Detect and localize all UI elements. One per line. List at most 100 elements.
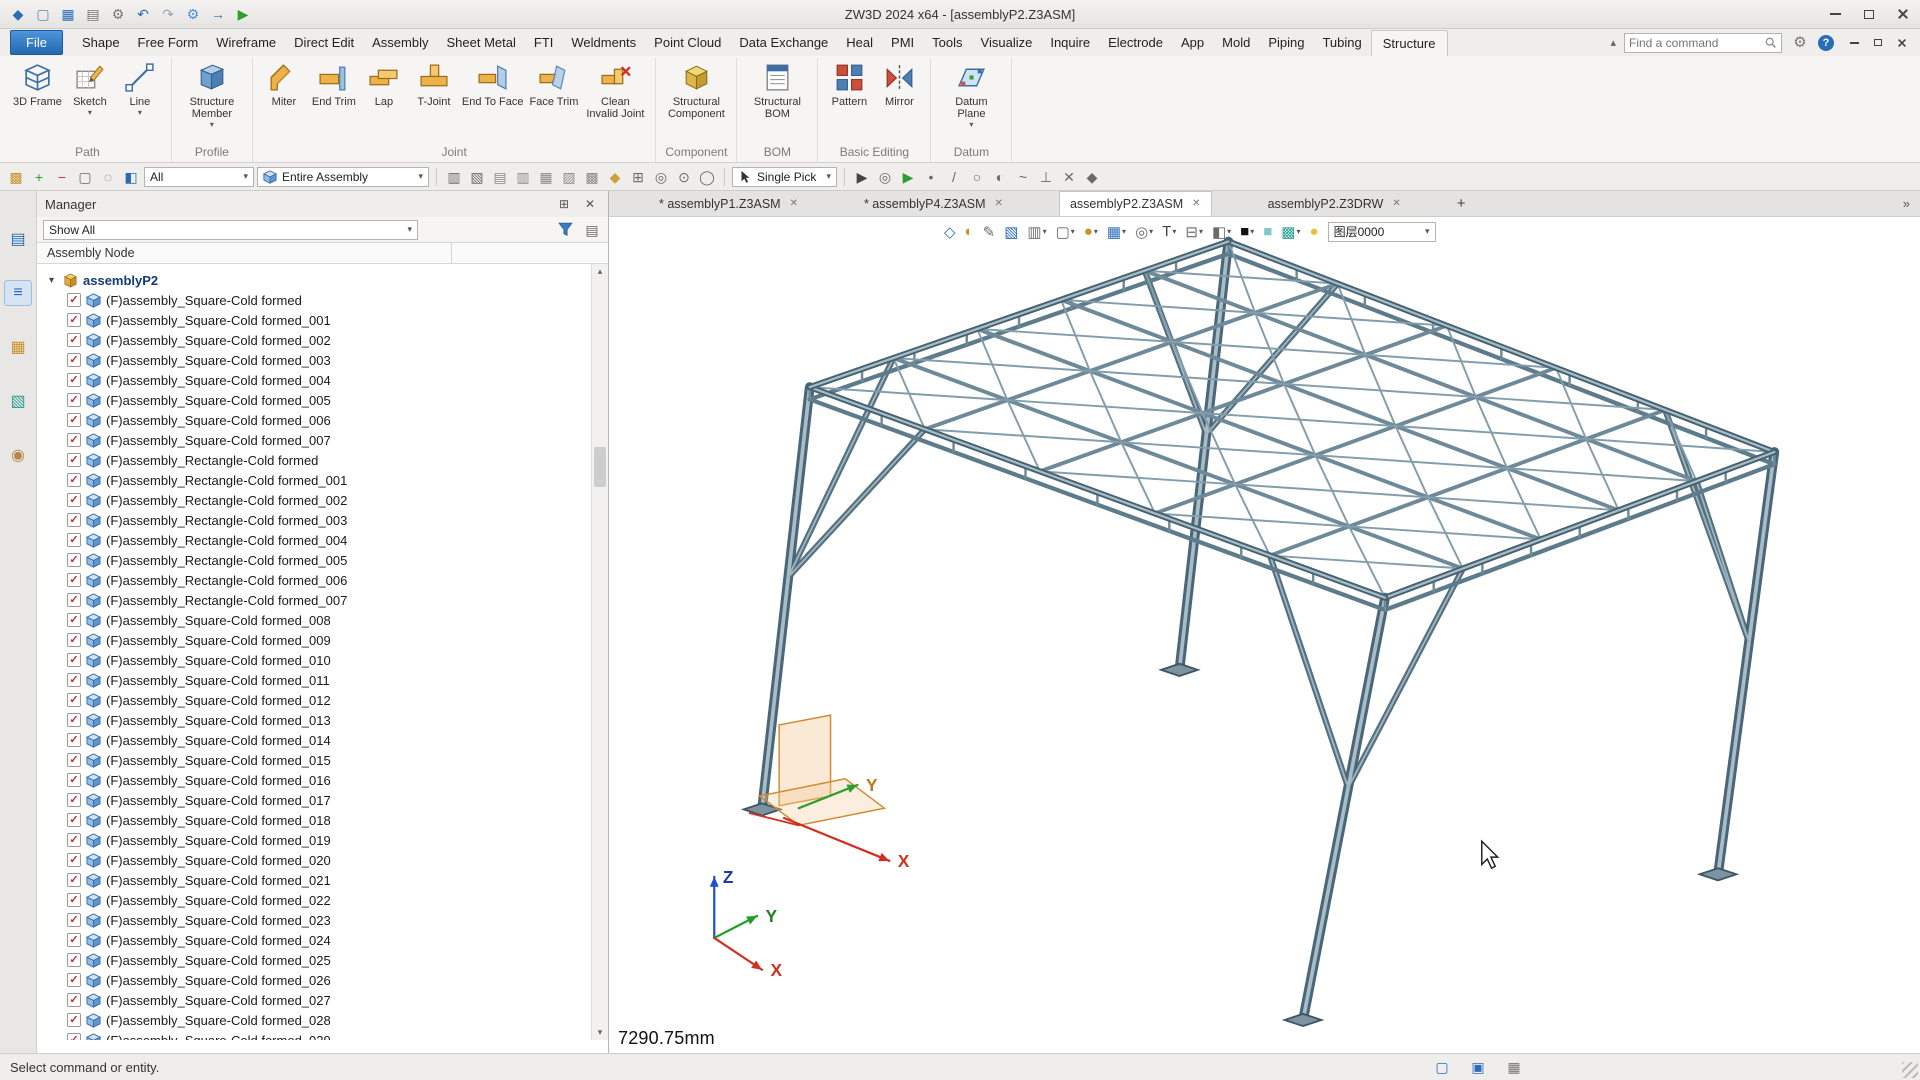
tree-item[interactable]: ✓ (F)assembly_Square-Cold formed_006 — [37, 410, 608, 430]
visibility-checkbox[interactable]: ✓ — [67, 413, 81, 427]
visibility-checkbox[interactable]: ✓ — [67, 773, 81, 787]
pick-arrow-icon[interactable]: ▶ — [852, 167, 872, 187]
snap-cross-icon[interactable]: ✕ — [1059, 167, 1079, 187]
visibility-checkbox[interactable]: ✓ — [67, 373, 81, 387]
help-icon[interactable]: ? — [1818, 35, 1834, 51]
doc-minimize-button[interactable] — [1842, 33, 1866, 53]
app-menu-icon[interactable]: ◆ — [8, 4, 28, 24]
ribbon-button-lap[interactable]: Lap ▾ — [360, 58, 408, 108]
visibility-checkbox[interactable]: ✓ — [67, 813, 81, 827]
close-tab-icon[interactable]: ✕ — [1392, 198, 1400, 209]
scroll-down-icon[interactable]: ▾ — [592, 1025, 608, 1040]
align-left-icon[interactable]: ▤ — [490, 167, 510, 187]
filter-type-dropdown[interactable]: All ▾ — [144, 167, 254, 187]
tree-item[interactable]: ✓ (F)assembly_Rectangle-Cold formed_006 — [37, 570, 608, 590]
close-tab-icon[interactable]: ✕ — [995, 198, 1003, 209]
tree-item[interactable]: ✓ (F)assembly_Square-Cold formed_011 — [37, 670, 608, 690]
manager-tab-icon[interactable]: ▤ — [5, 227, 31, 251]
visibility-checkbox[interactable]: ✓ — [67, 673, 81, 687]
display-mode-icon[interactable]: ▥ ▾ — [1027, 223, 1046, 241]
tree-item[interactable]: ✓ (F)assembly_Square-Cold formed_025 — [37, 950, 608, 970]
visualize-tab-icon[interactable]: ▧ — [5, 389, 31, 413]
grid-display-icon[interactable]: ▦ — [1504, 1057, 1524, 1077]
tree-item[interactable]: ✓ (F)assembly_Square-Cold formed_028 — [37, 1010, 608, 1030]
visibility-checkbox[interactable]: ✓ — [67, 993, 81, 1007]
file-menu-button[interactable]: File — [10, 30, 63, 55]
menu-sheet-metal[interactable]: Sheet Metal — [438, 30, 525, 55]
menu-point-cloud[interactable]: Point Cloud — [645, 30, 730, 55]
tree-item[interactable]: ✓ (F)assembly_Rectangle-Cold formed_007 — [37, 590, 608, 610]
save-icon[interactable]: ▦ — [58, 4, 78, 24]
tab-assemblyp2[interactable]: assemblyP2.Z3ASM ✕ — [1059, 191, 1212, 216]
ribbon-button-clean-invalid-joint[interactable]: Clean Invalid Joint ▾ — [582, 58, 648, 120]
tree-item[interactable]: ✓ (F)assembly_Square-Cold formed_027 — [37, 990, 608, 1010]
tree-item[interactable]: ✓ (F)assembly_Square-Cold formed_009 — [37, 630, 608, 650]
resize-grip[interactable] — [1902, 1062, 1918, 1078]
visibility-checkbox[interactable]: ✓ — [67, 353, 81, 367]
tree-scrollbar[interactable]: ▴ ▾ — [591, 264, 608, 1040]
pick-last-icon[interactable]: ◆ — [1082, 167, 1102, 187]
customize-icon[interactable]: ⚙ — [183, 4, 203, 24]
tree-item[interactable]: ✓ (F)assembly_Square-Cold formed_007 — [37, 430, 608, 450]
visibility-checkbox[interactable]: ✓ — [67, 613, 81, 627]
menu-piping[interactable]: Piping — [1259, 30, 1313, 55]
menu-tubing[interactable]: Tubing — [1313, 30, 1370, 55]
resume-icon[interactable]: ▶ — [898, 167, 918, 187]
snap-arc-icon[interactable]: ◐ — [990, 167, 1010, 187]
face-color-icon[interactable]: ■ ▾ — [1263, 223, 1272, 240]
viewport[interactable]: YXZYX ◇ ▾ ◐ ▾ ✎ ▾ ▧ ▾ ▥ ▾ ▢ ▾ ● — [609, 217, 1920, 1053]
tree-item[interactable]: ✓ (F)assembly_Square-Cold formed_017 — [37, 790, 608, 810]
tab-structure[interactable]: Structure — [1371, 30, 1448, 57]
visibility-checkbox[interactable]: ✓ — [67, 1013, 81, 1027]
zoom-fit-icon[interactable]: ◎ ▾ — [1135, 223, 1153, 241]
model-canvas[interactable]: YXZYX — [609, 217, 1920, 1053]
tree-item[interactable]: ✓ (F)assembly_Square-Cold formed_010 — [37, 650, 608, 670]
visibility-checkbox[interactable]: ✓ — [67, 633, 81, 647]
command-search[interactable] — [1624, 33, 1782, 53]
layer-lamp-icon[interactable]: ● ▾ — [1310, 223, 1319, 240]
tree-item[interactable]: ✓ (F)assembly_Square-Cold formed_020 — [37, 850, 608, 870]
color-filter-icon[interactable]: ▩ — [6, 167, 26, 187]
section-icon[interactable]: ▧ — [467, 167, 487, 187]
tree-item[interactable]: ✓ (F)assembly_Square-Cold formed_022 — [37, 890, 608, 910]
snap-center-icon[interactable]: ◎ — [651, 167, 671, 187]
visibility-checkbox[interactable]: ✓ — [67, 953, 81, 967]
tree-item[interactable]: ✓ (F)assembly_Rectangle-Cold formed_003 — [37, 510, 608, 530]
tree-item[interactable]: ✓ (F)assembly_Square-Cold formed_024 — [37, 930, 608, 950]
visibility-checkbox[interactable]: ✓ — [67, 753, 81, 767]
play-icon[interactable]: ▶ — [233, 4, 253, 24]
menu-data-exchange[interactable]: Data Exchange — [730, 30, 837, 55]
visibility-checkbox[interactable]: ✓ — [67, 493, 81, 507]
gear-icon[interactable]: ⚙ — [1790, 33, 1810, 53]
material-icon[interactable]: ▩ ▾ — [1281, 223, 1300, 241]
snap-perp-icon[interactable]: ⊥ — [1036, 167, 1056, 187]
tree-root[interactable]: ▾ assemblyP2 — [37, 270, 608, 290]
redo-icon[interactable]: ↷ — [158, 4, 178, 24]
search-input[interactable] — [1629, 36, 1760, 50]
ribbon-button-sketch[interactable]: Sketch ▾ — [66, 58, 114, 117]
menu-app[interactable]: App — [1172, 30, 1213, 55]
visibility-checkbox[interactable]: ✓ — [67, 653, 81, 667]
tab-assemblyp4[interactable]: * assemblyP4.Z3ASM ✕ — [854, 191, 1013, 216]
collapse-caret-icon[interactable]: ▾ — [45, 275, 58, 286]
render-style-icon[interactable]: ● ▾ — [1084, 223, 1098, 240]
tab-assemblyp1[interactable]: * assemblyP1.Z3ASM ✕ — [649, 191, 808, 216]
visibility-checkbox[interactable]: ✓ — [67, 573, 81, 587]
menu-shape[interactable]: Shape — [73, 30, 129, 55]
snap-circle-icon[interactable]: ○ — [967, 167, 987, 187]
menu-heal[interactable]: Heal — [837, 30, 882, 55]
doc-restore-button[interactable] — [1866, 33, 1890, 53]
minimize-button[interactable] — [1818, 0, 1852, 28]
history-icon[interactable]: ▦ — [5, 335, 31, 359]
tree-item[interactable]: ✓ (F)assembly_Square-Cold formed_005 — [37, 390, 608, 410]
visibility-checkbox[interactable]: ✓ — [67, 513, 81, 527]
snap-free-icon[interactable]: ◯ — [697, 167, 717, 187]
scroll-up-icon[interactable]: ▴ — [592, 264, 608, 279]
ribbon-button-miter[interactable]: Miter ▾ — [260, 58, 308, 108]
spin-view-icon[interactable]: ◐ ▾ — [965, 223, 974, 240]
visibility-checkbox[interactable]: ✓ — [67, 973, 81, 987]
role-icon[interactable]: ◉ — [5, 443, 31, 467]
ribbon-button-face-trim[interactable]: Face Trim ▾ — [527, 58, 580, 108]
tree-item[interactable]: ✓ (F)assembly_Rectangle-Cold formed_001 — [37, 470, 608, 490]
search-scope-dropdown[interactable]: Entire Assembly ▾ — [257, 167, 429, 187]
